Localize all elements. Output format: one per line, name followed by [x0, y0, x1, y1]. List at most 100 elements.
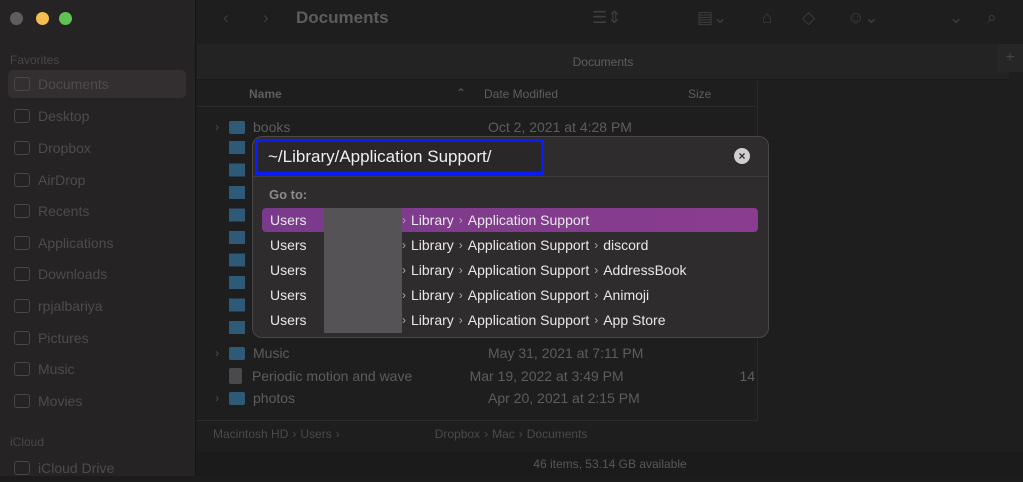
sidebar-item-label: Dropbox [38, 140, 91, 156]
suggestion-segment: Application Support [467, 287, 590, 303]
search-icon[interactable]: ⌕ [987, 8, 997, 28]
sidebar-item-pictures[interactable]: Pictures [8, 324, 186, 352]
sidebar-item-home[interactable]: rpjalbariya [8, 292, 186, 320]
file-name: photos [253, 390, 296, 406]
column-size[interactable]: Size [688, 87, 711, 101]
music-icon [14, 362, 30, 376]
sidebar-item-desktop[interactable]: Desktop [8, 102, 186, 130]
view-options-icon[interactable]: ▤⌄ [697, 8, 727, 28]
file-row[interactable]: Periodic motion and wave Mar 19, 2022 at … [215, 365, 755, 387]
file-row[interactable]: › books Oct 2, 2021 at 4:28 PM [215, 116, 755, 138]
tag-icon[interactable]: ◇ [802, 8, 815, 28]
cloud-icon [14, 461, 30, 475]
path-input[interactable] [255, 139, 544, 175]
pictures-icon [14, 331, 30, 345]
sidebar-item-label: Documents [38, 76, 109, 92]
sidebar-item-documents[interactable]: Documents [8, 70, 186, 98]
file-row[interactable]: › photos Apr 20, 2021 at 2:15 PM [215, 387, 755, 409]
suggestion-segment: Library [411, 262, 454, 278]
minimize-window-button[interactable] [36, 12, 49, 25]
sort-ascending-icon: ⌃ [456, 86, 467, 100]
redacted-username [324, 208, 402, 333]
sidebar-item-applications[interactable]: Applications [8, 229, 186, 257]
sidebar-item-airdrop[interactable]: AirDrop [8, 166, 186, 194]
go-to-folder-dialog: × Go to: Users›Library›Application Suppo… [252, 136, 769, 338]
disclosure-icon[interactable]: › [215, 120, 229, 134]
disclosure-icon[interactable]: › [215, 391, 229, 405]
new-tab-button[interactable]: + [997, 44, 1023, 72]
file-date: Apr 20, 2021 at 2:15 PM [488, 390, 640, 406]
forward-icon[interactable]: › [263, 8, 269, 28]
path-macintosh-hd[interactable]: Macintosh HD [213, 427, 288, 441]
column-date[interactable]: Date Modified [484, 87, 558, 101]
suggestion-segment: Library [411, 287, 454, 303]
clear-input-button[interactable]: × [734, 148, 750, 164]
sidebar-item-downloads[interactable]: Downloads [8, 260, 186, 288]
document-icon [228, 368, 242, 384]
sidebar-item-dropbox[interactable]: Dropbox [8, 134, 186, 162]
sidebar-item-label: Recents [38, 203, 90, 219]
sidebar-item-label: rpjalbariya [38, 298, 103, 314]
suggestion-segment: Users [270, 237, 307, 253]
suggestion-segment: App Store [603, 312, 666, 328]
download-icon [14, 267, 30, 281]
back-icon[interactable]: ‹ [223, 8, 229, 28]
sidebar-item-recents[interactable]: Recents [8, 197, 186, 225]
suggestion-segment: discord [603, 237, 649, 253]
suggestion-segment: Users [270, 262, 307, 278]
folder-icon [229, 346, 245, 360]
sidebar-item-label: AirDrop [38, 172, 86, 188]
action-icon[interactable]: ☺⌄ [847, 8, 879, 28]
file-name: books [253, 119, 291, 135]
icloud-heading: iCloud [10, 435, 45, 449]
tab-documents[interactable]: Documents [197, 55, 1009, 69]
sidebar-item-label: Applications [38, 235, 114, 251]
suggestion-segment: Users [270, 312, 307, 328]
file-date: May 31, 2021 at 7:11 PM [488, 345, 644, 361]
sidebar-item-label: Downloads [38, 266, 108, 282]
suggestion-segment: Application Support [467, 212, 590, 228]
clock-icon [14, 204, 30, 218]
suggestion-segment: Users [270, 287, 307, 303]
file-name: Periodic motion and wave [251, 368, 413, 384]
path-documents[interactable]: Documents [527, 427, 588, 441]
zoom-window-button[interactable] [59, 12, 72, 25]
window-title: Documents [296, 8, 389, 27]
sidebar: Favorites Documents Desktop Dropbox AirD… [0, 0, 196, 476]
more-icon[interactable]: ⌄ [949, 8, 963, 28]
file-row[interactable]: › Music May 31, 2021 at 7:11 PM [215, 342, 755, 364]
favorites-heading: Favorites [10, 53, 60, 67]
tab-bar: Documents [197, 44, 1009, 80]
sidebar-item-icloud-drive[interactable]: iCloud Drive [8, 454, 186, 482]
file-name: Music [253, 345, 290, 361]
suggestion-segment: AddressBook [603, 262, 687, 278]
close-window-button[interactable] [10, 12, 23, 25]
share-icon[interactable]: ⌂ [762, 8, 772, 28]
column-header: Name ⌃ Date Modified Size [197, 81, 757, 107]
hidden-folder-icons [229, 141, 245, 341]
disclosure-icon[interactable]: › [215, 346, 229, 360]
path-dropbox[interactable]: Dropbox [435, 427, 480, 441]
sidebar-item-label: Pictures [38, 330, 89, 346]
divider [253, 176, 768, 177]
file-date: Oct 2, 2021 at 4:28 PM [488, 119, 632, 135]
sidebar-item-music[interactable]: Music [8, 355, 186, 383]
file-size: 14 [739, 368, 756, 384]
folder-icon [229, 120, 245, 134]
suggestion-segment: Library [411, 212, 454, 228]
path-users[interactable]: Users [300, 427, 331, 441]
documents-icon [14, 77, 30, 91]
sort-icon[interactable]: ☰⇕ [592, 8, 621, 28]
suggestion-segment: Application Support [467, 262, 590, 278]
path-bar: Macintosh HD › Users › Dropbox › Mac › Docum… [197, 420, 757, 446]
sidebar-item-label: Movies [38, 393, 83, 409]
column-name[interactable]: Name [249, 87, 282, 101]
home-icon [14, 299, 30, 313]
sidebar-item-label: Desktop [38, 108, 90, 124]
sidebar-item-movies[interactable]: Movies [8, 387, 186, 415]
airdrop-icon [14, 173, 30, 187]
desktop-icon [14, 109, 30, 123]
path-mac[interactable]: Mac [492, 427, 515, 441]
dropbox-icon [14, 141, 30, 155]
folder-icon [229, 391, 245, 405]
